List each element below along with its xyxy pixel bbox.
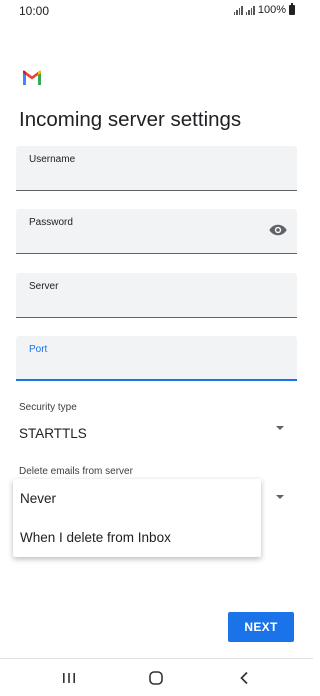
gmail-logo [23, 70, 41, 85]
battery-percent: 100% [257, 4, 286, 16]
chevron-down-icon [276, 426, 284, 430]
username-field[interactable]: Username [16, 146, 297, 191]
back-icon[interactable] [231, 667, 257, 689]
chevron-down-icon [276, 495, 284, 499]
port-field[interactable]: Port [16, 336, 297, 381]
next-button[interactable]: NEXT [228, 612, 294, 642]
security-type-label: Security type [19, 402, 77, 413]
home-icon[interactable] [143, 667, 169, 689]
password-label: Password [29, 217, 73, 228]
menu-item-never[interactable]: Never [20, 491, 56, 506]
server-field[interactable]: Server [16, 273, 297, 318]
signal-icon [245, 5, 255, 15]
server-label: Server [29, 281, 59, 292]
delete-emails-label: Delete emails from server [19, 466, 133, 477]
status-bar: 10:00 100% [0, 0, 313, 22]
menu-item-when-delete-from-inbox[interactable]: When I delete from Inbox [20, 530, 171, 545]
battery-icon [289, 3, 295, 15]
username-label: Username [29, 154, 76, 165]
security-type-value: STARTTLS [19, 426, 87, 441]
page-title: Incoming server settings [19, 108, 242, 131]
eye-icon[interactable] [269, 223, 287, 237]
status-icons: 100% [233, 3, 295, 16]
port-label: Port [29, 344, 48, 355]
signal-icon [233, 5, 243, 15]
dropdown-menu: Never When I delete from Inbox [13, 479, 261, 557]
recent-apps-icon[interactable] [56, 667, 82, 689]
status-time: 10:00 [19, 4, 50, 18]
password-field[interactable]: Password [16, 209, 297, 254]
navigation-bar [0, 658, 313, 696]
